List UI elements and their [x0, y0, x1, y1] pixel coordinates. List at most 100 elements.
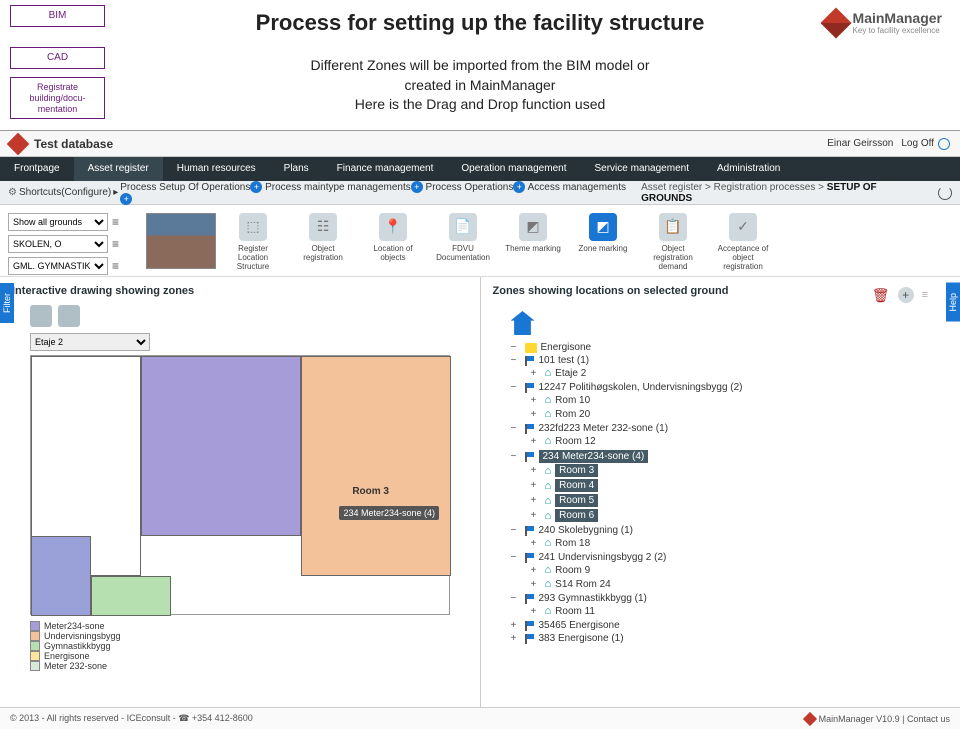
nav-administration[interactable]: Administration — [703, 157, 794, 181]
tree-label: Room 9 — [555, 565, 590, 576]
breadcrumb-1[interactable]: Asset register — [641, 182, 702, 193]
draw-tool-2[interactable] — [58, 305, 80, 327]
room-icon: ⌂ — [545, 578, 552, 590]
drag-tooltip: 234 Meter234-sone (4) — [339, 506, 439, 520]
tree-item[interactable]: +⌂Room 6 — [531, 508, 949, 523]
tree-item[interactable]: +⌂S14 Rom 24 — [531, 577, 949, 591]
tree-toggle-icon[interactable]: + — [531, 395, 541, 406]
logoff-button[interactable]: Log Off — [901, 138, 950, 150]
tool-fdvu-documentation[interactable]: 📄FDVU Documentation — [434, 213, 492, 271]
plus-icon[interactable]: + — [120, 193, 132, 205]
tree-toggle-icon[interactable]: + — [511, 633, 521, 644]
help-tab[interactable]: Help — [946, 283, 960, 322]
list-icon[interactable]: ≡ — [112, 259, 119, 273]
room-icon: ⌂ — [545, 408, 552, 420]
tree-toggle-icon[interactable]: + — [531, 606, 541, 617]
tree-item[interactable]: −Energisone — [511, 341, 949, 354]
subnav-crumb[interactable]: Process maintype managements — [265, 182, 411, 193]
trash-icon[interactable]: 🗑 — [872, 287, 890, 304]
tree-toggle-icon[interactable]: − — [511, 342, 521, 353]
tool-acceptance-of-object-registration[interactable]: ✓Acceptance of object registration — [714, 213, 772, 271]
nav-asset-register[interactable]: Asset register — [74, 157, 163, 181]
tool-location-of-objects[interactable]: 📍Location of objects — [364, 213, 422, 271]
tree-item[interactable]: +⌂Rom 10 — [531, 393, 949, 407]
tree-item[interactable]: −101 test (1)+⌂Etaje 2 — [511, 354, 949, 381]
plus-icon[interactable]: + — [513, 181, 525, 193]
floorplan-block[interactable] — [91, 576, 171, 616]
list-icon[interactable]: ≡ — [922, 289, 928, 301]
tree-item[interactable]: +⌂Room 5 — [531, 493, 949, 508]
tree-item[interactable]: +35465 Energisone — [511, 619, 949, 632]
nav-service-management[interactable]: Service management — [580, 157, 703, 181]
subnav-crumb[interactable]: Process Setup Of Operations — [120, 182, 250, 193]
room-icon: ⌂ — [545, 495, 552, 507]
list-icon[interactable]: ≡ — [112, 237, 119, 251]
tree-toggle-icon[interactable]: + — [531, 368, 541, 379]
add-icon[interactable]: + — [898, 287, 914, 303]
plus-icon[interactable]: + — [411, 181, 423, 193]
list-icon[interactable]: ≡ — [112, 215, 119, 229]
draw-tool-1[interactable] — [30, 305, 52, 327]
tool-register-location-structure[interactable]: ⬚Register Location Structure — [224, 213, 282, 271]
tree-item[interactable]: +⌂Rom 20 — [531, 407, 949, 421]
tree-toggle-icon[interactable]: − — [511, 593, 521, 604]
tool-theme-marking[interactable]: ◩Theme marking — [504, 213, 562, 271]
tree-toggle-icon[interactable]: − — [511, 355, 521, 366]
subnav-crumb[interactable]: Access managements — [528, 182, 626, 193]
tree-toggle-icon[interactable]: + — [531, 465, 541, 476]
floorplan[interactable]: Room 3 234 Meter234-sone (4) — [30, 355, 450, 615]
nav-frontpage[interactable]: Frontpage — [0, 157, 74, 181]
tree-item[interactable]: −12247 Politihøgskolen, Undervisningsbyg… — [511, 381, 949, 422]
shortcuts-configure[interactable]: Shortcuts(Configure) — [19, 187, 111, 198]
home-icon[interactable] — [511, 311, 535, 335]
tool-object-registration-demand[interactable]: 📋Object registration demand — [644, 213, 702, 271]
tree-item[interactable]: +⌂Room 12 — [531, 434, 949, 448]
tool-object-registration[interactable]: ☷Object registration — [294, 213, 352, 271]
tree-toggle-icon[interactable]: + — [531, 538, 541, 549]
nav-finance-management[interactable]: Finance management — [323, 157, 448, 181]
nav-plans[interactable]: Plans — [270, 157, 323, 181]
tree-toggle-icon[interactable]: + — [531, 409, 541, 420]
tree-toggle-icon[interactable]: + — [531, 510, 541, 521]
floorplan-block[interactable] — [141, 356, 301, 536]
floor-select[interactable]: Etaje 2 — [30, 333, 150, 351]
footer-right[interactable]: MainManager V10.9 | Contact us — [819, 714, 950, 724]
tree-item[interactable]: −234 Meter234-sone (4)+⌂Room 3+⌂Room 4+⌂… — [511, 449, 949, 524]
floorplan-block[interactable] — [301, 356, 451, 576]
tree-item[interactable]: +⌂Etaje 2 — [531, 366, 949, 380]
tree-item[interactable]: +⌂Rom 18 — [531, 536, 949, 550]
tree-toggle-icon[interactable]: + — [511, 620, 521, 631]
plus-icon[interactable]: + — [250, 181, 262, 193]
tree-item[interactable]: −241 Undervisningsbygg 2 (2)+⌂Room 9+⌂S1… — [511, 551, 949, 592]
tree-toggle-icon[interactable]: − — [511, 552, 521, 563]
tree-toggle-icon[interactable]: − — [511, 382, 521, 393]
filter-tab[interactable]: Filter — [0, 283, 14, 323]
tree-item[interactable]: +⌂Room 9 — [531, 563, 949, 577]
tree-item[interactable]: +383 Energisone (1) — [511, 632, 949, 645]
refresh-icon[interactable] — [938, 186, 952, 200]
tree-item[interactable]: +⌂Room 4 — [531, 478, 949, 493]
tree-toggle-icon[interactable]: − — [511, 451, 521, 462]
tree-item[interactable]: −293 Gymnastikkbygg (1)+⌂Room 11 — [511, 592, 949, 619]
breadcrumb-2[interactable]: Registration processes — [714, 182, 816, 193]
tool-zone-marking[interactable]: ◩Zone marking — [574, 213, 632, 271]
tree-toggle-icon[interactable]: + — [531, 495, 541, 506]
tree-toggle-icon[interactable]: + — [531, 579, 541, 590]
floorplan-block[interactable] — [31, 536, 91, 616]
picker-skolen[interactable]: SKOLEN, O — [8, 235, 108, 253]
tree-toggle-icon[interactable]: + — [531, 565, 541, 576]
subnav-crumb[interactable]: Process Operations — [426, 182, 514, 193]
tree-item[interactable]: +⌂Room 3 — [531, 463, 949, 478]
tree-toggle-icon[interactable]: + — [531, 436, 541, 447]
tree-item[interactable]: +⌂Room 11 — [531, 604, 949, 618]
nav-operation-management[interactable]: Operation management — [447, 157, 580, 181]
nav-human-resources[interactable]: Human resources — [163, 157, 270, 181]
tree-item[interactable]: −232fd223 Meter 232-sone (1)+⌂Room 12 — [511, 422, 949, 449]
gear-icon[interactable]: ⚙ — [8, 187, 17, 198]
picker-show-all[interactable]: Show all grounds — [8, 213, 108, 231]
tree-toggle-icon[interactable]: − — [511, 423, 521, 434]
tree-item[interactable]: −240 Skolebygning (1)+⌂Rom 18 — [511, 524, 949, 551]
tree-toggle-icon[interactable]: − — [511, 525, 521, 536]
picker-gym[interactable]: GML. GYMNASTIKKB — [8, 257, 108, 275]
tree-toggle-icon[interactable]: + — [531, 480, 541, 491]
